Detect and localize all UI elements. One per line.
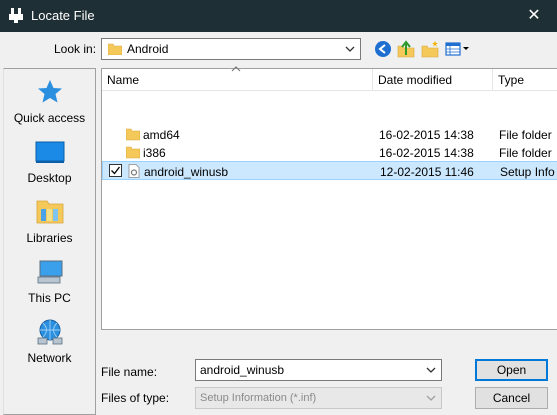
libraries-icon — [36, 200, 64, 224]
place-label: Desktop — [27, 171, 72, 185]
file-date: 16-02-2015 14:38 — [379, 128, 474, 142]
chevron-down-icon — [345, 46, 355, 52]
look-in-dropdown[interactable]: Android — [101, 38, 361, 60]
file-date: 16-02-2015 14:38 — [379, 146, 474, 160]
file-name-label: File name: — [101, 365, 158, 379]
file-name: amd64 — [143, 128, 180, 142]
item-checkbox[interactable] — [109, 164, 122, 177]
place-label: This PC — [28, 291, 71, 305]
look-in-label: Look in: — [54, 42, 97, 56]
chevron-down-icon[interactable] — [425, 364, 437, 376]
window-title: Locate File — [31, 8, 95, 23]
file-name-value: android_winusb — [200, 363, 285, 377]
places-bar: Quick access Desktop Libraries This PC N… — [3, 68, 96, 415]
file-type: File folder — [499, 146, 552, 160]
title-bar: Locate File ✕ — [0, 0, 557, 32]
file-type-value: Setup Information (*.inf) — [200, 392, 317, 404]
look-in-value: Android — [127, 42, 169, 56]
new-folder-icon[interactable] — [421, 40, 439, 58]
open-button[interactable]: Open — [475, 359, 548, 381]
file-type: Setup Info — [500, 165, 555, 179]
setup-file-icon — [128, 164, 140, 178]
pc-icon — [37, 260, 63, 284]
file-name: android_winusb — [144, 165, 229, 179]
chevron-down-icon — [426, 395, 436, 401]
star-icon — [38, 80, 62, 103]
up-folder-icon[interactable] — [397, 40, 415, 58]
file-name: i386 — [143, 146, 166, 160]
list-item[interactable]: amd64 16-02-2015 14:38 File folder — [102, 125, 557, 144]
file-type: File folder — [499, 128, 552, 142]
file-name-input[interactable]: android_winusb — [195, 359, 442, 381]
place-label: Libraries — [26, 231, 73, 245]
place-quick-access[interactable]: Quick access — [4, 73, 95, 131]
folder-icon — [126, 128, 140, 141]
column-header-type[interactable]: Type — [493, 69, 557, 91]
file-list[interactable]: Name Date modified Type amd64 16-02-2015… — [101, 68, 557, 330]
desktop-icon — [35, 141, 65, 163]
place-network[interactable]: Network — [4, 313, 95, 371]
place-libraries[interactable]: Libraries — [4, 193, 95, 251]
file-type-dropdown[interactable]: Setup Information (*.inf) — [195, 387, 442, 409]
dialog-body: Look in: Android Quick access Desktop Li… — [0, 32, 557, 415]
folder-icon — [126, 146, 140, 159]
place-desktop[interactable]: Desktop — [4, 133, 95, 191]
column-header-row: Name Date modified Type — [102, 69, 557, 91]
folder-icon — [108, 43, 122, 55]
list-item[interactable]: i386 16-02-2015 14:38 File folder — [102, 143, 557, 162]
place-label: Network — [27, 351, 72, 365]
place-this-pc[interactable]: This PC — [4, 253, 95, 311]
column-header-date[interactable]: Date modified — [373, 69, 493, 91]
network-icon — [37, 319, 63, 345]
view-menu-icon[interactable] — [445, 40, 471, 58]
file-date: 12-02-2015 11:46 — [380, 165, 474, 179]
checkmark-icon — [111, 166, 121, 175]
sort-ascending-icon — [231, 66, 241, 72]
cancel-button[interactable]: Cancel — [475, 387, 548, 409]
back-icon[interactable] — [374, 40, 392, 58]
list-item-selected[interactable]: android_winusb 12-02-2015 11:46 Setup In… — [102, 161, 557, 180]
place-label: Quick access — [13, 111, 86, 125]
app-icon — [9, 8, 23, 23]
file-type-label: Files of type: — [101, 391, 170, 405]
close-button[interactable]: ✕ — [511, 0, 557, 32]
